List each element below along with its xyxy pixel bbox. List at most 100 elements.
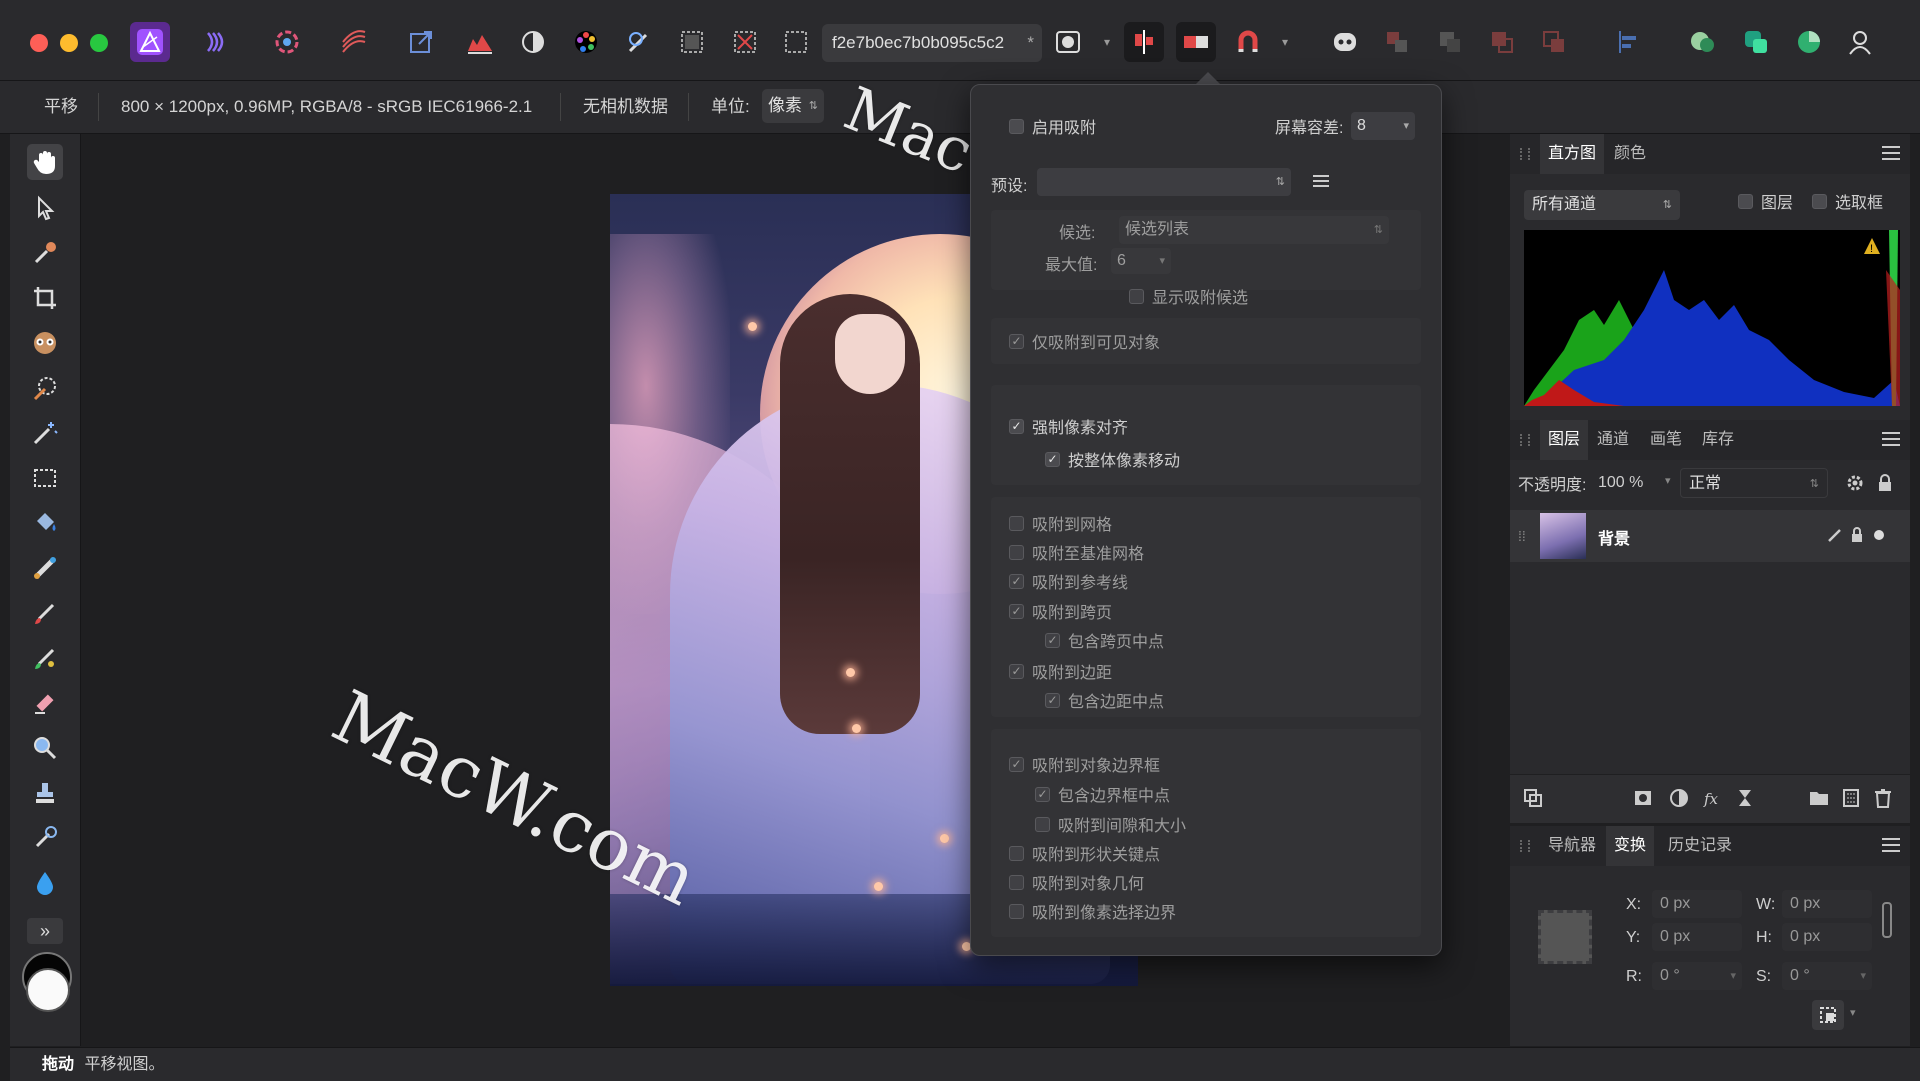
document-tab[interactable]: f2e7b0ec7b0b095c5c2 * xyxy=(822,24,1042,62)
snap-to-margins-checkbox[interactable]: ✓ 吸附到边距 xyxy=(1009,660,1112,682)
layer-visibility-dot-icon[interactable] xyxy=(1866,522,1892,548)
layer-options-icon[interactable] xyxy=(1520,785,1546,811)
tab-navigator[interactable]: 导航器 xyxy=(1548,826,1596,866)
develop-persona-icon[interactable] xyxy=(267,22,307,62)
affinity-photo-persona-icon[interactable] xyxy=(130,22,170,62)
transform-object-icon[interactable] xyxy=(1812,1000,1844,1030)
minimize-window-button[interactable] xyxy=(60,34,78,52)
more-tools-chevron-icon[interactable]: » xyxy=(27,918,63,944)
live-filter-hourglass-icon[interactable] xyxy=(1732,785,1758,811)
h-field[interactable]: 0 px xyxy=(1782,923,1872,951)
panel-menu-icon[interactable] xyxy=(1882,838,1900,852)
levels-icon[interactable] xyxy=(460,22,500,62)
color-picker-icon[interactable] xyxy=(27,235,63,271)
tab-histogram[interactable]: 直方图 xyxy=(1540,134,1605,174)
include-margin-midpoints-checkbox[interactable]: ✓ 包含边距中点 xyxy=(1045,689,1164,711)
flood-select-wand-icon[interactable] xyxy=(27,415,63,451)
arrange-back-icon[interactable] xyxy=(1377,22,1417,62)
color-replace-brush-icon[interactable] xyxy=(27,640,63,676)
transform-origin-icon[interactable] xyxy=(1176,22,1216,62)
preset-menu-icon[interactable] xyxy=(1313,175,1329,187)
layer-drag-handle-icon[interactable]: ⁞⁞ xyxy=(1518,528,1526,544)
tab-history[interactable]: 历史记录 xyxy=(1668,826,1732,866)
snap-to-bounding-box-checkbox[interactable]: ✓ 吸附到对象边界框 xyxy=(1009,753,1160,775)
panel-menu-icon[interactable] xyxy=(1882,146,1900,160)
zoom-window-button[interactable] xyxy=(90,34,108,52)
tab-layers[interactable]: 图层 xyxy=(1540,420,1589,460)
quick-mask-icon[interactable] xyxy=(1048,22,1088,62)
drag-grip-icon[interactable] xyxy=(1520,840,1530,852)
histogram-layer-checkbox[interactable]: 图层 xyxy=(1738,190,1793,212)
zoom-tool-magnifier-icon[interactable] xyxy=(27,730,63,766)
boolean-intersect-icon[interactable] xyxy=(1789,22,1829,62)
include-spread-midpoints-checkbox[interactable]: ✓ 包含跨页中点 xyxy=(1045,629,1164,651)
dodge-brush-icon[interactable] xyxy=(27,820,63,856)
align-icon[interactable] xyxy=(1124,22,1164,62)
crop-tool-icon[interactable] xyxy=(27,280,63,316)
snap-object-geometry-checkbox[interactable]: 吸附到对象几何 xyxy=(1009,871,1144,893)
lock-icon[interactable] xyxy=(1872,470,1898,496)
max-field[interactable]: 6 ▾ xyxy=(1111,248,1171,274)
include-bbox-midpoints-checkbox[interactable]: ✓ 包含边界框中点 xyxy=(1035,783,1170,805)
tab-color[interactable]: 颜色 xyxy=(1614,134,1646,174)
x-field[interactable]: 0 px xyxy=(1652,890,1742,918)
channel-select[interactable]: 所有通道 ⇅ xyxy=(1524,190,1680,220)
view-tool-hand-icon[interactable] xyxy=(27,144,63,180)
snap-gap-size-checkbox[interactable]: 吸附到间隙和大小 xyxy=(1035,813,1186,835)
auto-white-balance-icon[interactable] xyxy=(619,22,659,62)
arrange-backward-icon[interactable] xyxy=(1430,22,1470,62)
w-field[interactable]: 0 px xyxy=(1782,890,1872,918)
snap-to-grid-checkbox[interactable]: 吸附到网格 xyxy=(1009,512,1112,534)
show-candidates-checkbox[interactable]: 显示吸附候选 xyxy=(1129,285,1248,307)
selection-brush-icon[interactable] xyxy=(27,370,63,406)
link-aspect-icon[interactable] xyxy=(1882,902,1892,938)
clone-stamp-icon[interactable] xyxy=(27,775,63,811)
snapping-magnet-icon[interactable] xyxy=(1228,22,1268,62)
screen-tolerance-field[interactable]: 8 ▾ xyxy=(1351,112,1415,140)
erase-brush-icon[interactable] xyxy=(27,685,63,721)
assistant-icon[interactable] xyxy=(1325,22,1365,62)
arrange-forward-icon[interactable] xyxy=(1482,22,1522,62)
marquee-tool-icon[interactable] xyxy=(27,460,63,496)
move-tool-arrow-icon[interactable] xyxy=(27,190,63,226)
snap-to-baseline-checkbox[interactable]: 吸附至基准网格 xyxy=(1009,541,1144,563)
fill-bucket-icon[interactable] xyxy=(27,505,63,541)
arrange-front-icon[interactable] xyxy=(1534,22,1574,62)
blend-mode-select[interactable]: 正常 ⇅ xyxy=(1680,468,1828,498)
candidates-select[interactable]: 候选列表 ⇅ xyxy=(1119,216,1389,244)
red-eye-tool-icon[interactable] xyxy=(27,325,63,361)
secondary-color-swatch[interactable] xyxy=(26,968,70,1012)
rotation-field[interactable]: 0 ° ▾ xyxy=(1652,962,1742,990)
enable-snapping-checkbox[interactable]: 启用吸附 xyxy=(1009,115,1096,137)
snap-to-guides-checkbox[interactable]: ✓ 吸附到参考线 xyxy=(1009,570,1128,592)
adjustment-layer-icon[interactable] xyxy=(1666,785,1692,811)
fx-effects-icon[interactable]: fx xyxy=(1700,785,1726,811)
chevron-down-icon[interactable]: ▾ xyxy=(1665,474,1671,487)
account-user-icon[interactable] xyxy=(1840,22,1880,62)
histogram-marquee-checkbox[interactable]: 选取框 xyxy=(1812,190,1883,212)
snapping-dropdown[interactable]: ▾ xyxy=(1278,30,1292,54)
mask-layer-icon[interactable] xyxy=(1630,785,1656,811)
units-select[interactable]: 像素 ⇅ xyxy=(762,89,824,123)
y-field[interactable]: 0 px xyxy=(1652,923,1742,951)
shear-field[interactable]: 0 ° ▾ xyxy=(1782,962,1872,990)
close-window-button[interactable] xyxy=(30,34,48,52)
visible-only-checkbox[interactable]: ✓ 仅吸附到可见对象 xyxy=(1009,330,1160,352)
delete-layer-trash-icon[interactable] xyxy=(1870,785,1896,811)
drag-grip-icon[interactable] xyxy=(1520,434,1530,446)
liquify-persona-icon[interactable] xyxy=(197,22,237,62)
deselect-icon[interactable] xyxy=(725,22,765,62)
tab-stock[interactable]: 库存 xyxy=(1702,420,1734,460)
paint-brush-icon[interactable] xyxy=(27,595,63,631)
select-all-icon[interactable] xyxy=(672,22,712,62)
whole-pixel-move-checkbox[interactable]: ✓ 按整体像素移动 xyxy=(1045,448,1180,470)
tone-mapping-persona-icon[interactable] xyxy=(334,22,374,62)
auto-contrast-icon[interactable] xyxy=(513,22,553,62)
invert-selection-icon[interactable] xyxy=(776,22,816,62)
force-pixel-alignment-checkbox[interactable]: ✓ 强制像素对齐 xyxy=(1009,415,1128,437)
auto-colors-icon[interactable] xyxy=(566,22,606,62)
tab-channels[interactable]: 通道 xyxy=(1597,420,1629,460)
align-left-icon[interactable] xyxy=(1609,22,1649,62)
tab-transform[interactable]: 变换 xyxy=(1606,826,1655,866)
chevron-down-icon[interactable]: ▾ xyxy=(1850,1006,1856,1019)
